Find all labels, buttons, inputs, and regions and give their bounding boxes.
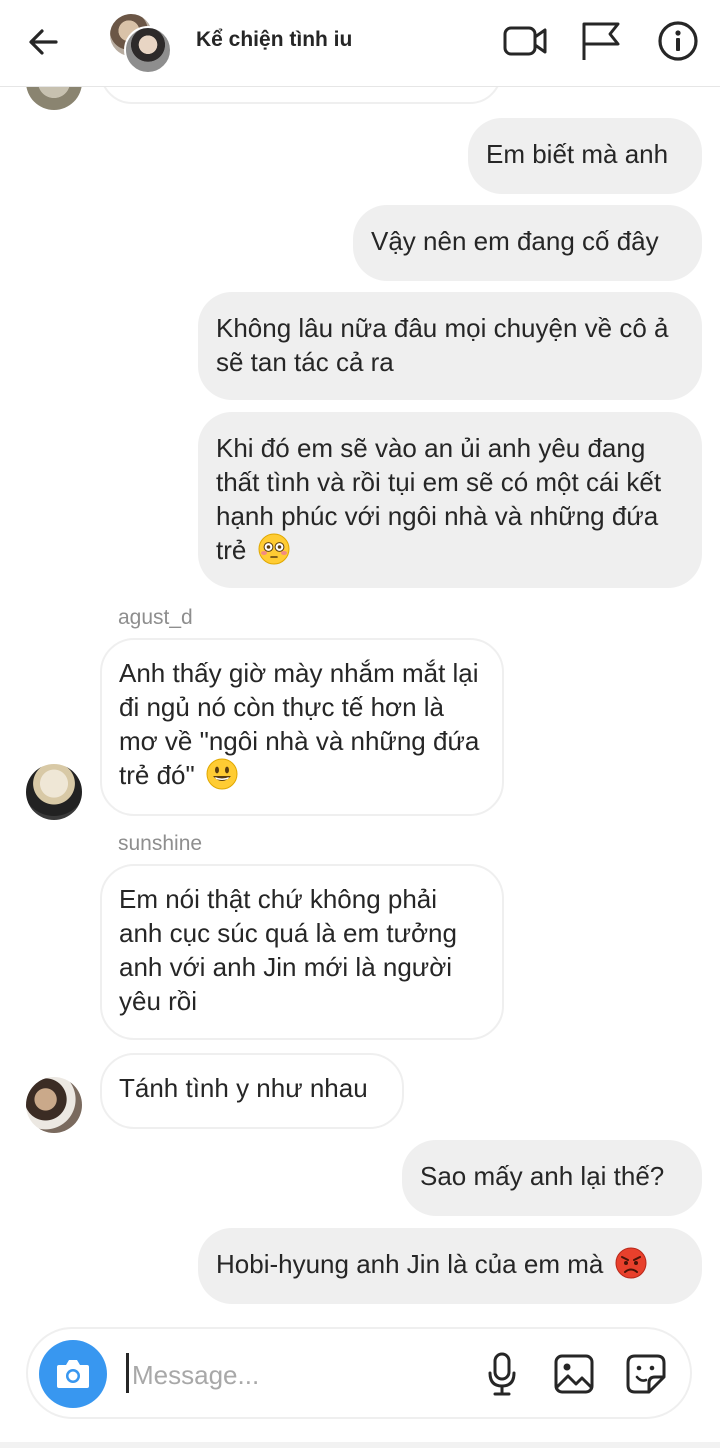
message-text: Tánh tình y như nhau [119, 1073, 368, 1103]
direct-message-screen: Kể chiện tình iu Em biết mà anh Vậy nên … [0, 0, 720, 1448]
sticker-button[interactable] [624, 1351, 668, 1397]
avatar-sunshine[interactable] [26, 1077, 82, 1133]
message-text: Sao mấy anh lại thế? [420, 1161, 665, 1191]
message-text: Em biết mà anh [486, 139, 669, 169]
video-call-button[interactable] [502, 20, 548, 62]
gallery-button[interactable] [552, 1351, 596, 1397]
message-incoming[interactable]: Em nói thật chứ không phải anh cục súc q… [100, 864, 504, 1040]
message-text: Không lâu nữa đâu mọi chuyện về cô ả sẽ … [216, 313, 669, 377]
flag-icon [582, 22, 620, 60]
camera-button[interactable] [39, 1340, 107, 1408]
avatar-agust-d[interactable] [26, 764, 82, 820]
message-outgoing[interactable]: Hobi-hyung anh Jin là của em mà [198, 1228, 702, 1304]
video-call-icon [503, 26, 547, 56]
info-button[interactable] [656, 20, 702, 62]
bottom-divider [0, 1442, 720, 1448]
sender-name: agust_d [118, 606, 193, 629]
message-text: Em nói thật chứ không phải anh cục súc q… [119, 884, 457, 1016]
sender-name: sunshine [118, 832, 203, 855]
message-incoming[interactable]: Tánh tình y như nhau [100, 1053, 404, 1129]
info-icon [658, 21, 698, 61]
message-outgoing[interactable]: Sao mấy anh lại thế? [402, 1140, 702, 1216]
chat-title[interactable]: Kể chiện tình iu [196, 28, 352, 52]
message-outgoing[interactable]: Không lâu nữa đâu mọi chuyện về cô ả sẽ … [198, 292, 702, 400]
text-caret [126, 1353, 129, 1393]
group-avatar-front [124, 26, 172, 74]
voice-message-button[interactable] [480, 1351, 524, 1397]
message-text: Hobi-hyung anh Jin là của em mà [216, 1249, 604, 1279]
back-button[interactable] [22, 22, 66, 62]
sticker-icon [626, 1354, 666, 1394]
message-outgoing[interactable]: Khi đó em sẽ vào an ủi anh yêu đang thất… [198, 412, 702, 588]
message-outgoing[interactable]: Vậy nên em đang cố đây [353, 205, 702, 281]
report-button[interactable] [578, 20, 624, 62]
group-avatar[interactable] [108, 12, 172, 74]
message-text: Anh thấy giờ mày nhắm mắt lại đi ngủ nó … [119, 658, 480, 790]
camera-icon [57, 1360, 89, 1388]
chat-header: Kể chiện tình iu [0, 0, 720, 87]
message-input[interactable] [130, 1349, 464, 1401]
grinning-face-icon [206, 758, 238, 798]
back-arrow-icon [29, 29, 58, 55]
flushed-face-icon [258, 533, 290, 573]
message-composer [26, 1327, 692, 1419]
message-outgoing[interactable]: Em biết mà anh [468, 118, 702, 194]
gallery-icon [554, 1354, 594, 1394]
message-incoming[interactable]: Anh thấy giờ mày nhắm mắt lại đi ngủ nó … [100, 638, 504, 816]
message-text: Vậy nên em đang cố đây [371, 226, 659, 256]
angry-face-icon [615, 1247, 647, 1287]
microphone-icon [488, 1352, 516, 1396]
